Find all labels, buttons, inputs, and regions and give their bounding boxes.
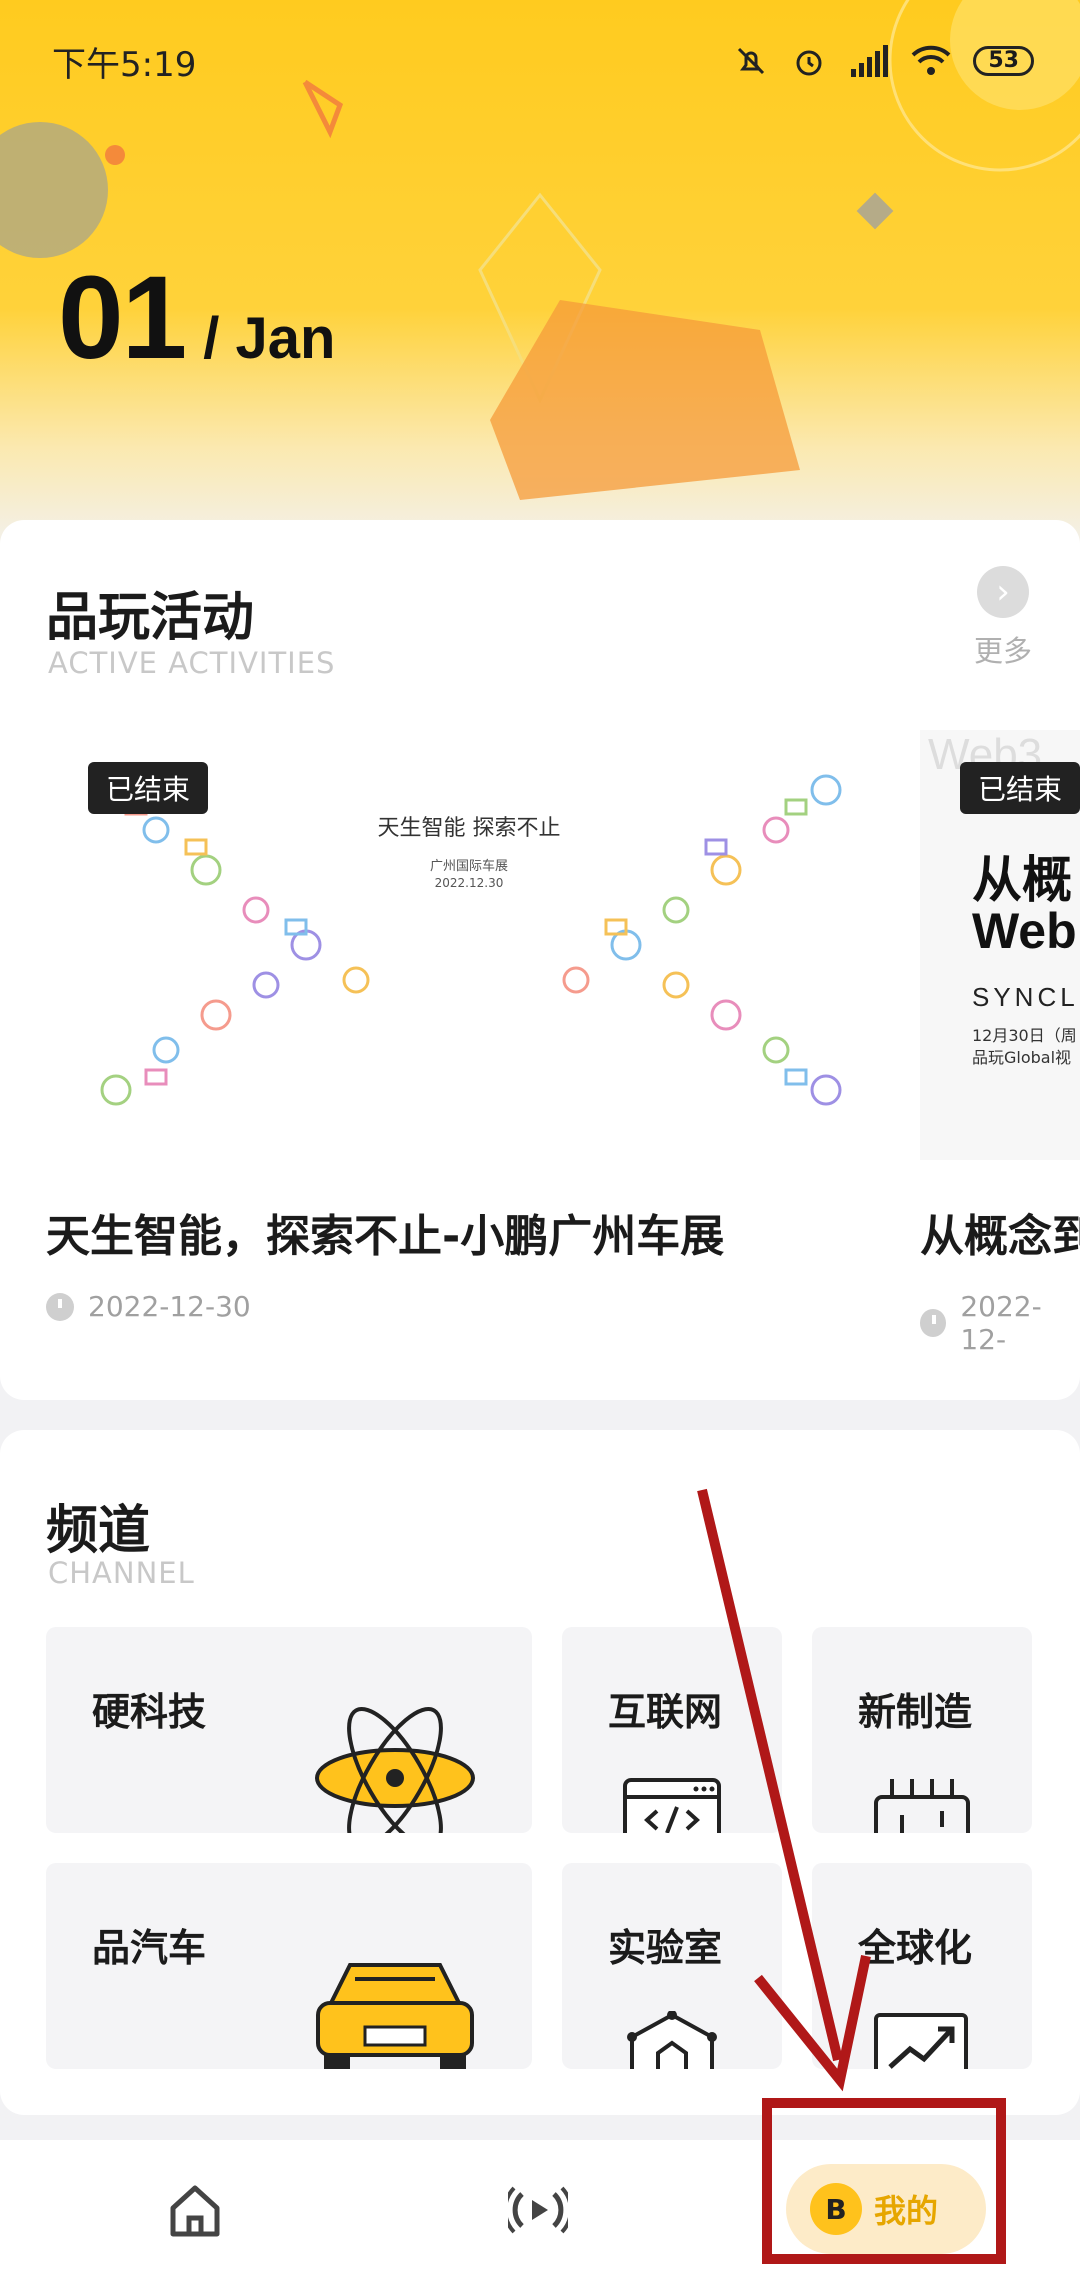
broadcast-icon[interactable] [508,2180,568,2240]
signal-icon [851,45,889,77]
clock-icon [920,1309,947,1337]
status-bar: 下午5:19 53 [52,36,1034,86]
molecule-icon [627,2011,717,2069]
channel-label: 硬科技 [92,1690,207,1734]
date-display: 01 / Jan [58,250,335,386]
code-window-icon [623,1778,721,1833]
channel-label: 全球化 [858,1926,973,1970]
event-title: 从概念到 [920,1211,1080,1262]
event-card[interactable]: 天生智能 探索不止 广州国际车展 2022.12.30 已结束 天生智能，探索不… [46,730,892,1323]
status-badge: 已结束 [960,762,1080,814]
bell-off-icon [738,47,765,75]
event-title: 天生智能，探索不止-小鹏广州车展 [46,1211,725,1262]
event-date-text: 2022-12-30 [88,1290,251,1323]
wifi-icon [911,45,951,75]
channel-tile-internet[interactable]: 互联网 [562,1627,782,1833]
annotation-highlight-box [762,2098,1006,2264]
event-date-text: 2022-12- [960,1290,1042,1356]
channel-tile-auto[interactable]: 品汽车 [46,1863,532,2069]
date-day: 01 [58,252,187,384]
activities-title: 品玩活动 [46,588,255,648]
event-poster: Web3 从概 Web SYNCL 12月30日（周 品玩Global视 已结束 [920,730,1080,1160]
status-badge: 已结束 [88,762,209,814]
channel-tile-hardtech[interactable]: 硬科技 [46,1627,532,1833]
poster-date: 2022.12.30 [435,876,504,890]
chevron-right-icon: › [977,566,1029,618]
poster-headline: 天生智能 探索不止 [378,816,561,841]
status-icons: 53 [733,43,1034,79]
poster-line2: Web [972,903,1077,959]
poster-brand: SYNCL [972,982,1079,1012]
status-time: 下午5:19 [52,44,197,85]
event-date: 2022-12- [920,1290,1080,1356]
header-hero: 下午5:19 53 01 / Jan [0,0,1080,560]
channel-tile-lab[interactable]: 实验室 [562,1863,782,2069]
circuit-chip-icon [874,1779,970,1833]
channel-tile-manufacturing[interactable]: 新制造 [812,1627,1032,1833]
poster-info1: 12月30日（周 [972,1026,1077,1045]
channel-title: 频道 [46,1501,151,1561]
more-label: 更多 [973,634,1032,668]
channel-label: 品汽车 [92,1926,207,1970]
home-icon[interactable] [165,2180,225,2240]
activities-subtitle: ACTIVE ACTIVITIES [48,646,336,680]
event-poster: 天生智能 探索不止 广州国际车展 2022.12.30 已结束 [46,730,892,1160]
channel-label: 新制造 [858,1690,973,1734]
alarm-icon [796,50,822,76]
channel-tile-global[interactable]: 全球化 [812,1863,1032,2069]
car-icon [316,1963,474,2069]
more-button[interactable]: › 更多 [972,566,1034,668]
channel-label: 实验室 [608,1926,723,1970]
channel-subtitle: CHANNEL [48,1556,195,1590]
poster-event: 广州国际车展 [430,858,508,874]
trend-chart-icon [874,2013,968,2069]
event-card[interactable]: Web3 从概 Web SYNCL 12月30日（周 品玩Global视 已结束… [920,730,1080,1356]
event-date: 2022-12-30 [46,1290,892,1323]
channel-label: 互联网 [608,1690,723,1734]
poster-info2: 品玩Global视 [972,1048,1072,1067]
clock-icon [46,1292,74,1321]
date-month: / Jan [203,306,336,371]
atom-icon [315,1707,475,1833]
battery-indicator: 53 [973,46,1034,76]
